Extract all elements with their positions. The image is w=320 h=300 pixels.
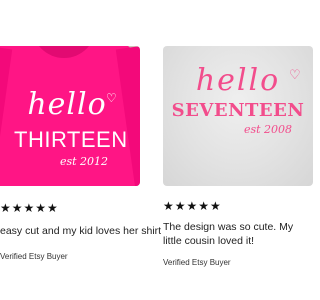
review-text: easy cut and my kid loves her shirt	[0, 225, 162, 237]
heart-icon: ♡	[106, 91, 117, 105]
star-rating: ★★★★★	[163, 199, 222, 213]
reviewer-name: Verified Etsy Buyer	[0, 252, 68, 261]
design-number: THIRTEEN	[14, 127, 128, 152]
reviews-carousel: hello ♡ THIRTEEN est 2012 ★★★★★ easy cut…	[0, 0, 313, 300]
star-rating: ★★★★★	[0, 201, 59, 215]
design-established: est 2012	[59, 155, 109, 168]
review-photo[interactable]: hello ♡ SEVENTEEN est 2008	[163, 46, 313, 186]
sweatshirt-collar	[32, 46, 96, 58]
review-text: The design was so cute. My little cousin…	[163, 221, 294, 247]
review-photo[interactable]: hello ♡ THIRTEEN est 2012	[0, 46, 140, 186]
design-greeting: hello	[27, 87, 107, 122]
heart-icon: ♡	[289, 67, 301, 82]
design-greeting: hello	[195, 63, 281, 98]
reviewer-name: Verified Etsy Buyer	[163, 258, 231, 267]
design-established: est 2008	[243, 123, 293, 136]
review-card[interactable]: hello ♡ THIRTEEN est 2012 ★★★★★ easy cut…	[0, 46, 162, 261]
design-number: SEVENTEEN	[171, 100, 305, 121]
review-card[interactable]: hello ♡ SEVENTEEN est 2008 ★★★★★ The des…	[163, 46, 313, 267]
